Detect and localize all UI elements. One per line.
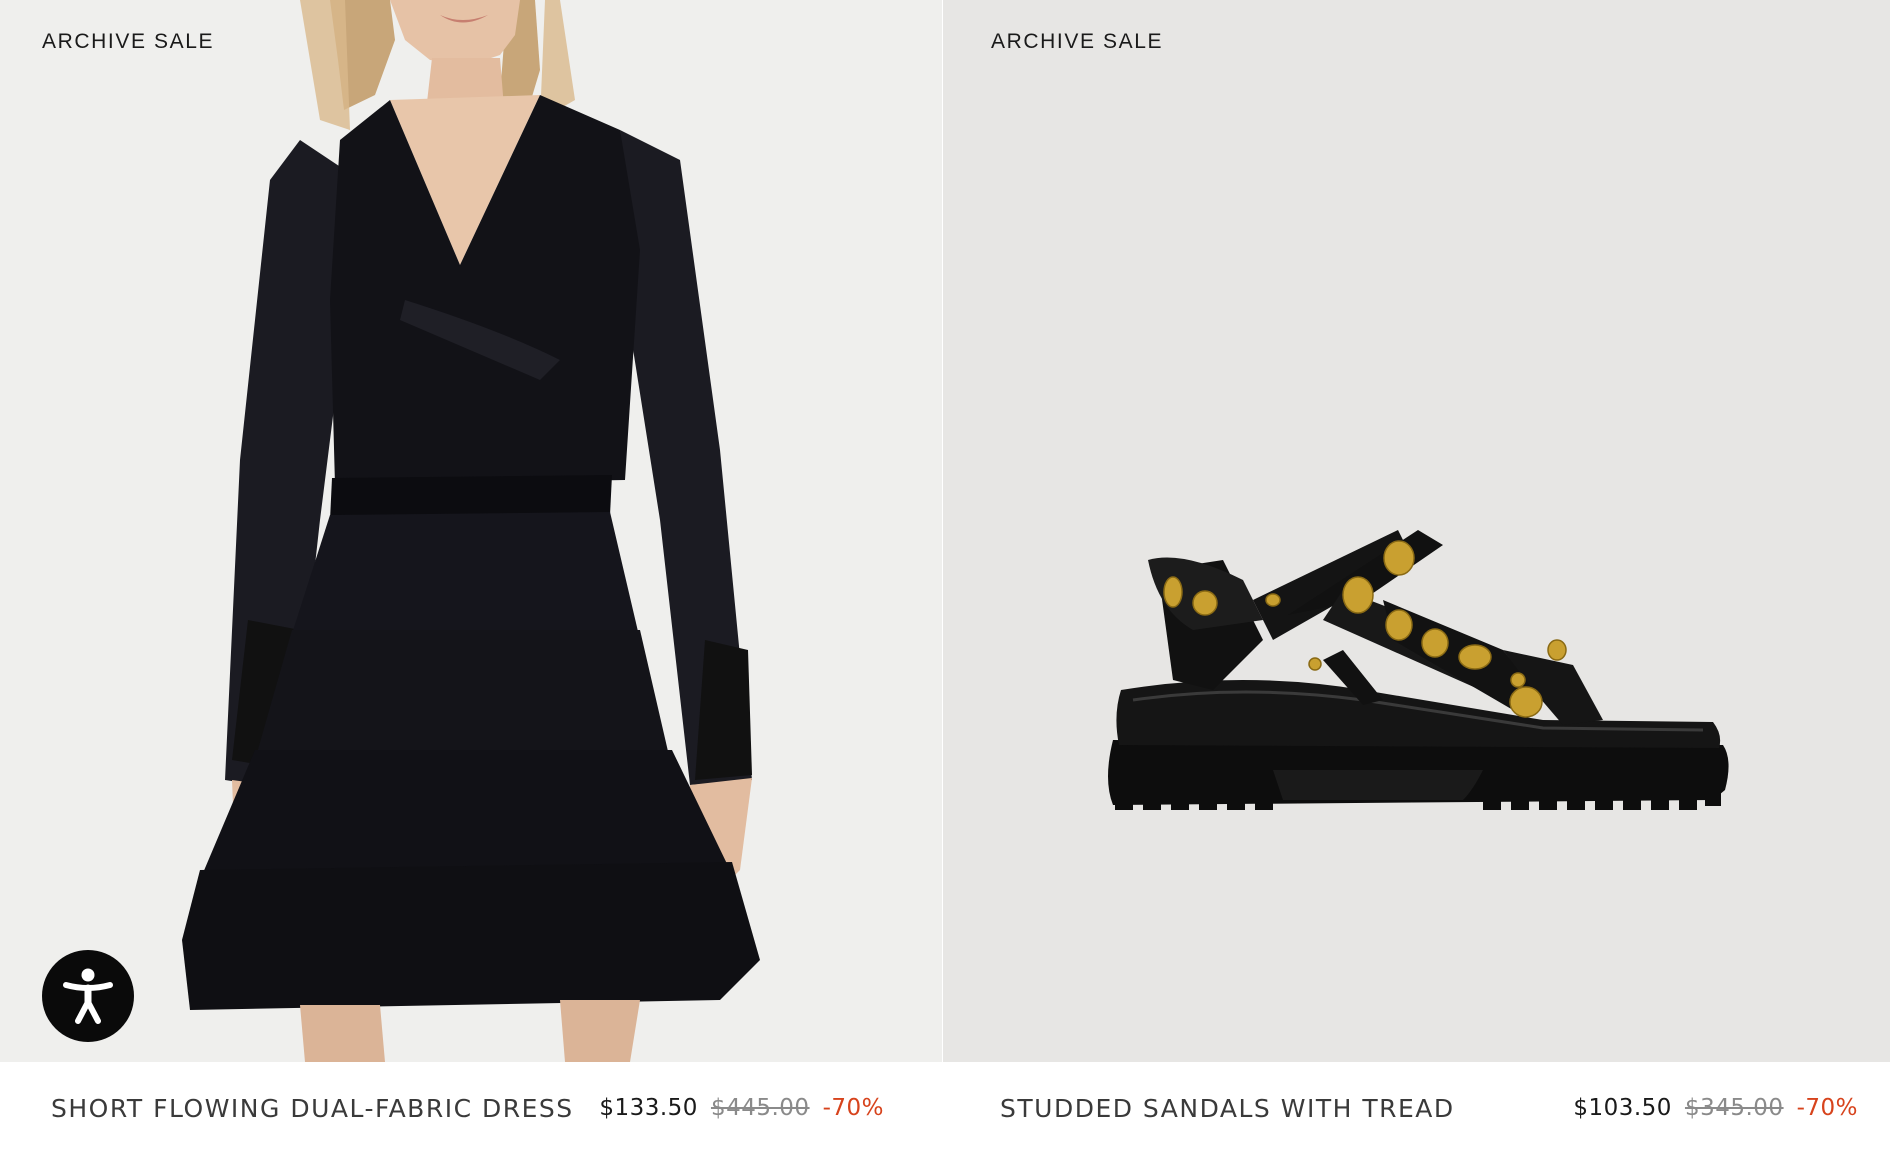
accessibility-button[interactable] [42,950,134,1042]
accessibility-icon [63,968,113,1024]
original-price: $345.00 [1684,1095,1784,1121]
product-card[interactable]: ARCHIVE SALE STUDDED SANDALS WITH TREAD … [943,0,1890,1149]
archive-sale-badge: ARCHIVE SALE [991,30,1164,53]
product-image[interactable]: ARCHIVE SALE [0,0,942,1062]
product-info[interactable]: SHORT FLOWING DUAL-FABRIC DRESS $133.50 … [0,1062,942,1149]
product-info[interactable]: STUDDED SANDALS WITH TREAD $103.50 $345.… [943,1062,1890,1149]
sandal-photo [1108,530,1729,810]
sale-price: $103.50 [1573,1095,1672,1121]
product-title[interactable]: SHORT FLOWING DUAL-FABRIC DRESS [51,1094,574,1123]
product-title[interactable]: STUDDED SANDALS WITH TREAD [1000,1094,1455,1123]
product-grid: ARCHIVE SALE SHORT FLOWING DUAL-FABRIC D… [0,0,1890,1149]
product-card[interactable]: ARCHIVE SALE SHORT FLOWING DUAL-FABRIC D… [0,0,942,1149]
sale-price: $133.50 [599,1095,698,1121]
price-group: $103.50 $345.00 -70% [1573,1095,1858,1121]
discount-badge: -70% [1796,1095,1858,1121]
discount-badge: -70% [822,1095,884,1121]
original-price: $445.00 [710,1095,810,1121]
dress-photo [182,0,760,1062]
archive-sale-badge: ARCHIVE SALE [42,30,215,53]
price-group: $133.50 $445.00 -70% [599,1095,884,1121]
product-image[interactable]: ARCHIVE SALE [943,0,1890,1062]
